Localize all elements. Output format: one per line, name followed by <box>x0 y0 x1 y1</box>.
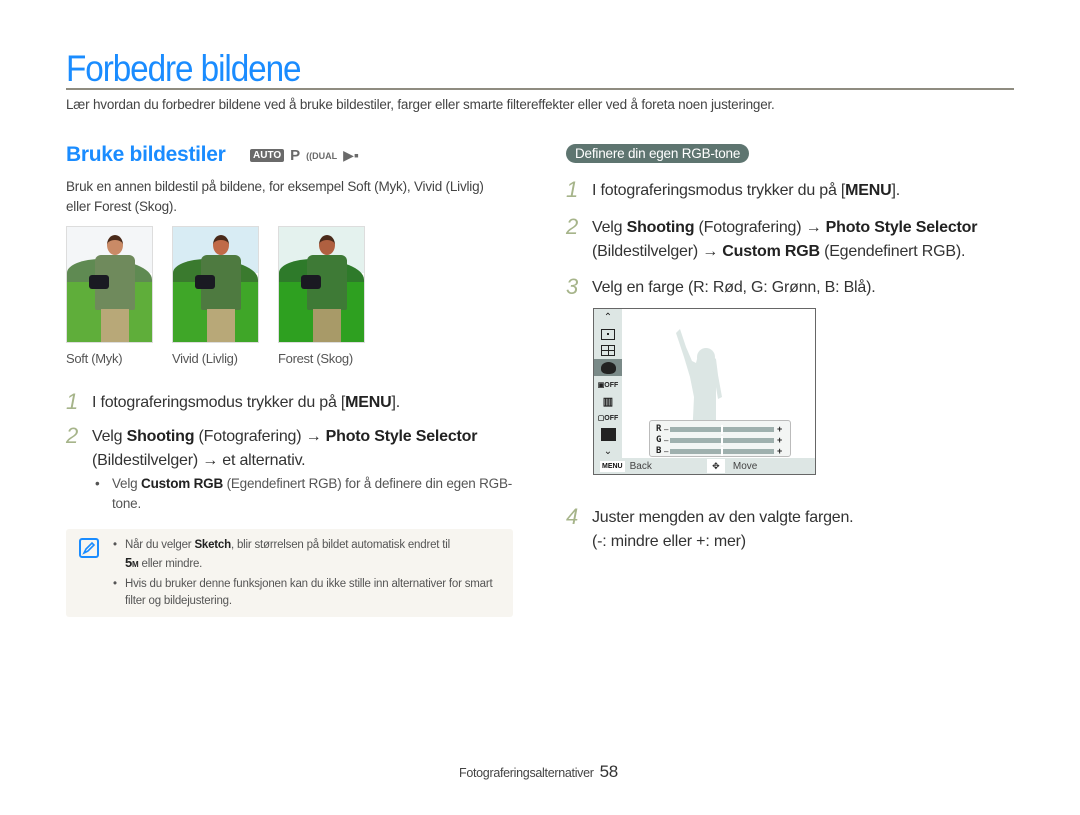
step-text: Velg Shooting (Fotografering) → Photo St… <box>592 219 978 260</box>
note-list: Når du velger Sketch, blir størrelsen på… <box>113 537 503 610</box>
photo-style-icon <box>594 359 622 377</box>
note-item: Hvis du bruker denne funksjonen kan du i… <box>113 576 503 610</box>
rgb-section-pill: Definere din egen RGB-tone <box>566 144 750 163</box>
rgb-adjust-panel: R – + G – + B – + <box>649 420 791 457</box>
chevron-up-icon: ⌃ <box>603 311 613 323</box>
step-number: 3 <box>566 274 578 299</box>
step-text: Velg en farge (R: Rød, G: Grønn, B: Blå)… <box>592 279 876 296</box>
right-step-4: 4 Juster mengden av den valgte fargen. (-… <box>566 504 854 554</box>
custom-rgb-bullet: Velg Custom RGB (Egendefinert RGB) for å… <box>95 474 515 514</box>
rgb-slider-g[interactable]: G – + <box>656 435 790 445</box>
page-footer: Fotograferingsalternativer 58 <box>459 762 618 782</box>
section-title: Bruke bildestiler <box>66 143 226 166</box>
plus-icon: + <box>777 424 783 434</box>
step-number: 1 <box>566 177 578 202</box>
step-text: I fotograferingsmodus trykker du på [MEN… <box>592 182 900 199</box>
step-number: 2 <box>66 423 78 448</box>
menu-key-label: MENU <box>345 394 392 411</box>
thumbnail-forest: Forest (Skog) <box>278 226 365 366</box>
image-adjust-icon: ▥ <box>602 395 614 408</box>
step-text: Velg Shooting (Fotografering) → Photo St… <box>92 428 478 469</box>
auto-mode-icon: AUTO <box>250 149 285 162</box>
step-number: 1 <box>66 389 78 414</box>
note-pencil-icon <box>79 538 99 558</box>
thumbnail-caption: Soft (Myk) <box>66 351 123 366</box>
slider-label: B <box>656 446 662 456</box>
style-thumbnails: Soft (Myk) Vivid (Livlig) Forest (Skog) <box>66 226 365 366</box>
step-text: I fotograferingsmodus trykker du på [MEN… <box>92 394 400 411</box>
spot-metering-icon <box>594 326 622 343</box>
back-label: Back <box>629 460 652 472</box>
thumbnail-image <box>278 226 365 343</box>
page-number: 58 <box>599 762 619 781</box>
thumbnail-image <box>172 226 259 343</box>
display-icon <box>594 426 622 443</box>
footer-section-label: Fotograferingsalternativer <box>459 766 594 780</box>
note-item: Når du velger Sketch, blir størrelsen på… <box>113 537 503 573</box>
thumbnail-image <box>66 226 153 343</box>
slider-label: G <box>656 435 662 445</box>
smart-filter-off-icon: ▣OFF <box>597 381 619 389</box>
slider-handle[interactable] <box>721 424 723 434</box>
plus-icon: + <box>777 435 783 445</box>
step-number: 2 <box>566 214 578 239</box>
lcd-side-menu: ⌃ ▣OFF ▥ ▢OFF ⌄ <box>594 309 622 460</box>
multi-metering-icon <box>594 343 622 360</box>
title-divider <box>66 88 1014 90</box>
plus-icon: + <box>777 446 783 456</box>
thumbnail-soft: Soft (Myk) <box>66 226 153 366</box>
slider-track[interactable] <box>670 446 774 456</box>
move-label: Move <box>732 460 758 472</box>
slider-handle[interactable] <box>721 446 723 456</box>
face-detect-off-icon: ▢OFF <box>597 415 619 423</box>
section-description: Bruk en annen bildestil på bildene, for … <box>66 179 484 214</box>
thumbnail-caption: Forest (Skog) <box>278 351 353 366</box>
slider-label: R <box>656 424 662 434</box>
mode-icons: AUTO P ((DUAL ▶▪ <box>250 147 359 164</box>
step-number: 4 <box>566 504 578 529</box>
program-mode-icon: P <box>290 147 301 164</box>
note-box: Når du velger Sketch, blir størrelsen på… <box>66 529 513 617</box>
movie-mode-icon: ▶▪ <box>343 147 359 163</box>
lcd-bottom-bar: MENU Back ✥ Move <box>594 458 815 474</box>
right-step-1: 1 I fotograferingsmodus trykker du på [M… <box>566 179 900 203</box>
slider-handle[interactable] <box>721 435 723 445</box>
left-step-2: 2 Velg Shooting (Fotografering) → Photo … <box>66 425 477 473</box>
page-title: Forbedre bildene <box>66 48 302 89</box>
slider-track[interactable] <box>670 424 774 434</box>
move-dpad-icon[interactable]: ✥ <box>706 459 725 473</box>
slider-track[interactable] <box>670 435 774 445</box>
rgb-slider-b[interactable]: B – + <box>656 446 790 456</box>
right-step-2: 2 Velg Shooting (Fotografering) → Photo … <box>566 216 977 264</box>
camera-lcd-screen: ⌃ ▣OFF ▥ ▢OFF ⌄ R – + G – + B – + MENU B… <box>593 308 816 475</box>
rgb-slider-r[interactable]: R – + <box>656 424 790 434</box>
resolution-5m-icon: 5M <box>125 555 139 570</box>
thumbnail-vivid: Vivid (Livlig) <box>172 226 259 366</box>
menu-key-icon[interactable]: MENU <box>600 460 625 472</box>
thumbnail-caption: Vivid (Livlig) <box>172 351 238 366</box>
right-step-3: 3 Velg en farge (R: Rød, G: Grønn, B: Bl… <box>566 274 876 300</box>
intro-text: Lær hvordan du forbedrer bildene ved å b… <box>66 97 775 112</box>
left-step-1: 1 I fotograferingsmodus trykker du på [M… <box>66 391 400 415</box>
step-text: Juster mengden av den valgte fargen. (-: … <box>592 509 854 550</box>
dual-is-mode-icon: ((DUAL <box>306 150 338 161</box>
